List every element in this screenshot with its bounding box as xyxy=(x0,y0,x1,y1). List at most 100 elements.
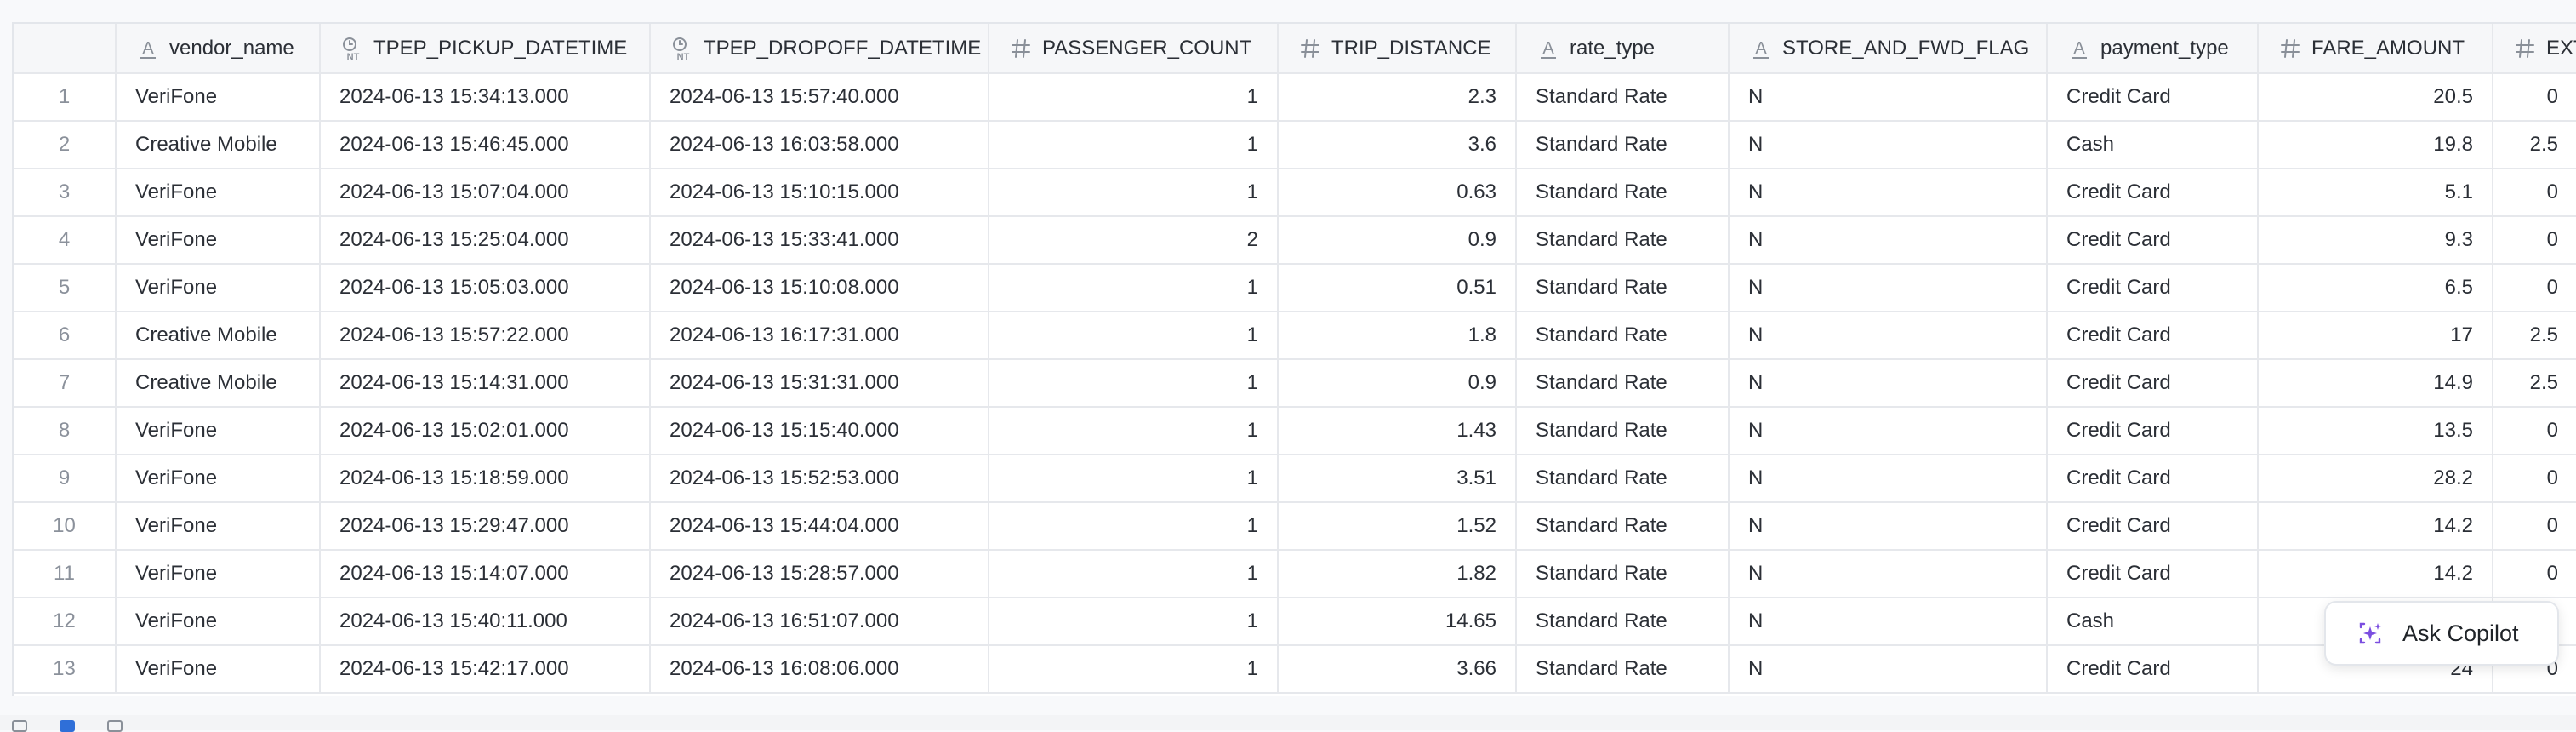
cell-vendor-name[interactable]: VeriFone xyxy=(116,455,321,503)
cell-passenger-count[interactable]: 1 xyxy=(989,598,1279,646)
cell-tpep-pickup-datetime[interactable]: 2024-06-13 15:34:13.000 xyxy=(320,73,651,122)
cell-fare-amount[interactable]: 14.2 xyxy=(2258,550,2493,598)
cell-extra[interactable]: 2.5 xyxy=(2493,121,2576,169)
cell-store-and-fwd-flag[interactable]: N xyxy=(1729,502,2048,551)
cell-payment-type[interactable]: Credit Card xyxy=(2047,407,2259,455)
cell-fare-amount[interactable]: 5.1 xyxy=(2258,169,2493,217)
cell-extra[interactable]: 0 xyxy=(2493,502,2576,551)
table-row[interactable]: 4 VeriFone 2024-06-13 15:25:04.000 2024-06-… xyxy=(14,216,2576,265)
cell-passenger-count[interactable]: 1 xyxy=(989,645,1279,694)
cell-tpep-dropoff-datetime[interactable]: 2024-06-13 15:28:57.000 xyxy=(650,550,989,598)
column-header-trip-distance[interactable]: TRIP_DISTANCE xyxy=(1278,24,1517,74)
table-row[interactable]: 13 VeriFone 2024-06-13 15:42:17.000 2024-06… xyxy=(14,645,2576,694)
cell-fare-amount[interactable]: 14.9 xyxy=(2258,359,2493,408)
cell-tpep-pickup-datetime[interactable]: 2024-06-13 15:07:04.000 xyxy=(320,169,651,217)
cell-store-and-fwd-flag[interactable]: N xyxy=(1729,73,2048,122)
table-row[interactable]: 9 VeriFone 2024-06-13 15:18:59.000 2024-06-… xyxy=(14,455,2576,503)
cell-tpep-dropoff-datetime[interactable]: 2024-06-13 15:52:53.000 xyxy=(650,455,989,503)
cell-trip-distance[interactable]: 1.82 xyxy=(1278,550,1517,598)
cell-rate-type[interactable]: Standard Rate xyxy=(1516,502,1730,551)
cell-trip-distance[interactable]: 1.43 xyxy=(1278,407,1517,455)
cell-vendor-name[interactable]: VeriFone xyxy=(116,407,321,455)
cell-tpep-dropoff-datetime[interactable]: 2024-06-13 15:10:08.000 xyxy=(650,264,989,312)
cell-tpep-dropoff-datetime[interactable]: 2024-06-13 15:10:15.000 xyxy=(650,169,989,217)
cell-extra[interactable]: 0 xyxy=(2493,73,2576,122)
cell-payment-type[interactable]: Credit Card xyxy=(2047,359,2259,408)
cell-payment-type[interactable]: Cash xyxy=(2047,121,2259,169)
cell-fare-amount[interactable]: 13.5 xyxy=(2258,407,2493,455)
cell-vendor-name[interactable]: Creative Mobile xyxy=(116,359,321,408)
table-row[interactable]: 1 VeriFone 2024-06-13 15:34:13.000 2024-06-… xyxy=(14,73,2576,122)
cell-vendor-name[interactable]: VeriFone xyxy=(116,73,321,122)
cell-store-and-fwd-flag[interactable]: N xyxy=(1729,455,2048,503)
cell-tpep-pickup-datetime[interactable]: 2024-06-13 15:18:59.000 xyxy=(320,455,651,503)
cell-payment-type[interactable]: Credit Card xyxy=(2047,169,2259,217)
cell-fare-amount[interactable]: 14.2 xyxy=(2258,502,2493,551)
cell-extra[interactable]: 2.5 xyxy=(2493,312,2576,360)
cell-tpep-pickup-datetime[interactable]: 2024-06-13 15:29:47.000 xyxy=(320,502,651,551)
cell-tpep-pickup-datetime[interactable]: 2024-06-13 15:57:22.000 xyxy=(320,312,651,360)
cell-trip-distance[interactable]: 0.51 xyxy=(1278,264,1517,312)
cell-passenger-count[interactable]: 1 xyxy=(989,407,1279,455)
cell-extra[interactable]: 0 xyxy=(2493,216,2576,265)
cell-tpep-pickup-datetime[interactable]: 2024-06-13 15:05:03.000 xyxy=(320,264,651,312)
cell-rate-type[interactable]: Standard Rate xyxy=(1516,121,1730,169)
table-row[interactable]: 12 VeriFone 2024-06-13 15:40:11.000 2024-06… xyxy=(14,598,2576,646)
cell-passenger-count[interactable]: 1 xyxy=(989,264,1279,312)
cell-extra[interactable]: 2.5 xyxy=(2493,359,2576,408)
cell-extra[interactable]: 0 xyxy=(2493,455,2576,503)
cell-payment-type[interactable]: Credit Card xyxy=(2047,73,2259,122)
cell-payment-type[interactable]: Credit Card xyxy=(2047,645,2259,694)
cell-rate-type[interactable]: Standard Rate xyxy=(1516,455,1730,503)
cell-passenger-count[interactable]: 1 xyxy=(989,73,1279,122)
cell-store-and-fwd-flag[interactable]: N xyxy=(1729,264,2048,312)
cell-rate-type[interactable]: Standard Rate xyxy=(1516,598,1730,646)
cell-rate-type[interactable]: Standard Rate xyxy=(1516,73,1730,122)
cell-tpep-dropoff-datetime[interactable]: 2024-06-13 16:03:58.000 xyxy=(650,121,989,169)
cell-vendor-name[interactable]: Creative Mobile xyxy=(116,121,321,169)
column-header-vendor-name[interactable]: Avendor_name xyxy=(116,24,321,74)
cell-store-and-fwd-flag[interactable]: N xyxy=(1729,598,2048,646)
cell-vendor-name[interactable]: VeriFone xyxy=(116,645,321,694)
cell-extra[interactable]: 0 xyxy=(2493,407,2576,455)
column-header-tpep-dropoff-datetime[interactable]: NT TPEP_DROPOFF_DATETIME xyxy=(650,24,989,74)
cell-store-and-fwd-flag[interactable]: N xyxy=(1729,550,2048,598)
table-row[interactable]: 5 VeriFone 2024-06-13 15:05:03.000 2024-06-… xyxy=(14,264,2576,312)
cell-tpep-pickup-datetime[interactable]: 2024-06-13 15:25:04.000 xyxy=(320,216,651,265)
cell-payment-type[interactable]: Credit Card xyxy=(2047,550,2259,598)
table-row[interactable]: 10 VeriFone 2024-06-13 15:29:47.000 2024-06… xyxy=(14,502,2576,551)
table-row[interactable]: 6 Creative Mobile 2024-06-13 15:57:22.000 2… xyxy=(14,312,2576,360)
cell-tpep-pickup-datetime[interactable]: 2024-06-13 15:42:17.000 xyxy=(320,645,651,694)
cell-trip-distance[interactable]: 0.63 xyxy=(1278,169,1517,217)
column-header-extra[interactable]: EXTRA xyxy=(2493,24,2576,74)
cell-vendor-name[interactable]: VeriFone xyxy=(116,502,321,551)
cell-passenger-count[interactable]: 2 xyxy=(989,216,1279,265)
cell-store-and-fwd-flag[interactable]: N xyxy=(1729,407,2048,455)
cell-passenger-count[interactable]: 1 xyxy=(989,550,1279,598)
cell-rate-type[interactable]: Standard Rate xyxy=(1516,169,1730,217)
cell-store-and-fwd-flag[interactable]: N xyxy=(1729,216,2048,265)
cell-fare-amount[interactable]: 9.3 xyxy=(2258,216,2493,265)
cell-vendor-name[interactable]: VeriFone xyxy=(116,598,321,646)
cell-vendor-name[interactable]: VeriFone xyxy=(116,264,321,312)
cell-passenger-count[interactable]: 1 xyxy=(989,121,1279,169)
table-row[interactable]: 8 VeriFone 2024-06-13 15:02:01.000 2024-06-… xyxy=(14,407,2576,455)
cell-payment-type[interactable]: Credit Card xyxy=(2047,216,2259,265)
cell-store-and-fwd-flag[interactable]: N xyxy=(1729,359,2048,408)
cell-tpep-dropoff-datetime[interactable]: 2024-06-13 15:33:41.000 xyxy=(650,216,989,265)
cell-tpep-dropoff-datetime[interactable]: 2024-06-13 15:31:31.000 xyxy=(650,359,989,408)
cell-vendor-name[interactable]: Creative Mobile xyxy=(116,312,321,360)
cell-passenger-count[interactable]: 1 xyxy=(989,455,1279,503)
table-row[interactable]: 11 VeriFone 2024-06-13 15:14:07.000 2024-06… xyxy=(14,550,2576,598)
cell-payment-type[interactable]: Credit Card xyxy=(2047,264,2259,312)
cell-tpep-dropoff-datetime[interactable]: 2024-06-13 16:08:06.000 xyxy=(650,645,989,694)
column-header-rate-type[interactable]: Arate_type xyxy=(1516,24,1730,74)
cell-fare-amount[interactable]: 6.5 xyxy=(2258,264,2493,312)
cell-rate-type[interactable]: Standard Rate xyxy=(1516,216,1730,265)
cell-vendor-name[interactable]: VeriFone xyxy=(116,216,321,265)
ask-copilot-button[interactable]: Ask Copilot xyxy=(2324,601,2559,666)
cell-extra[interactable]: 0 xyxy=(2493,550,2576,598)
cell-fare-amount[interactable]: 28.2 xyxy=(2258,455,2493,503)
cell-rate-type[interactable]: Standard Rate xyxy=(1516,359,1730,408)
cell-tpep-dropoff-datetime[interactable]: 2024-06-13 15:15:40.000 xyxy=(650,407,989,455)
